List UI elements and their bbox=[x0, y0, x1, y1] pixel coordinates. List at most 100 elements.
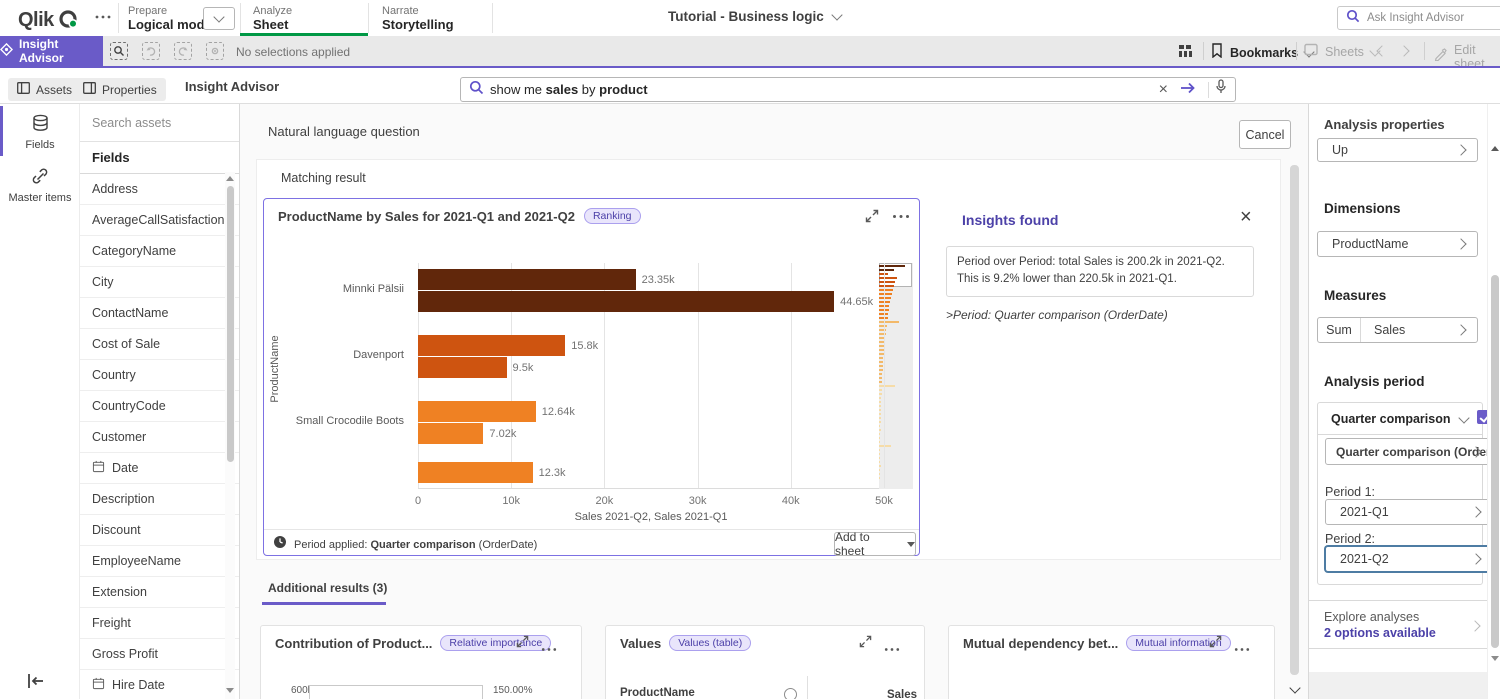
main-scrollbar-thumb[interactable] bbox=[1290, 165, 1299, 675]
divider bbox=[492, 3, 493, 33]
minimap-bar bbox=[879, 361, 883, 363]
bar[interactable] bbox=[418, 269, 636, 290]
close-insights-icon[interactable]: × bbox=[1240, 207, 1252, 227]
fields-scrollbar[interactable] bbox=[225, 172, 235, 699]
minimap-bar bbox=[879, 409, 881, 411]
period1-select[interactable]: 2021-Q1 bbox=[1325, 499, 1490, 525]
rail-item-master-items[interactable]: Master items bbox=[0, 158, 80, 208]
insight-period-note: >Period: Quarter comparison (OrderDate) bbox=[946, 308, 1168, 322]
bar[interactable] bbox=[418, 291, 834, 312]
clear-query-icon[interactable]: × bbox=[1159, 83, 1168, 97]
scroll-up-icon[interactable] bbox=[1491, 146, 1499, 151]
field-item[interactable]: AverageCallSatisfaction bbox=[80, 205, 239, 236]
right-scrollbar[interactable] bbox=[1487, 104, 1500, 699]
field-item[interactable]: Discount bbox=[80, 515, 239, 546]
field-item[interactable]: Gross Profit bbox=[80, 639, 239, 670]
fields-scrollbar-thumb[interactable] bbox=[227, 186, 234, 462]
app-grid-icon[interactable] bbox=[1178, 43, 1194, 64]
result-card-values[interactable]: Values Values (table) ProductName Sales bbox=[605, 625, 925, 699]
scroll-down-icon[interactable] bbox=[1491, 656, 1499, 661]
main-scrollbar[interactable] bbox=[1288, 159, 1302, 699]
field-item[interactable]: EmployeeName bbox=[80, 546, 239, 577]
nlq-search-input[interactable]: show me sales by product × bbox=[460, 77, 1236, 102]
card-menu-icon[interactable] bbox=[1234, 639, 1250, 657]
field-item[interactable]: City bbox=[80, 267, 239, 298]
field-item[interactable]: Cost of Sale bbox=[80, 329, 239, 360]
card-menu-icon[interactable] bbox=[541, 639, 557, 657]
result-card-contribution[interactable]: Contribution of Product... Relative impo… bbox=[260, 625, 582, 699]
expand-icon[interactable] bbox=[865, 209, 879, 228]
field-item[interactable]: CountryCode bbox=[80, 391, 239, 422]
result-card-mutual-dependency[interactable]: Mutual dependency bet... Mutual informat… bbox=[948, 625, 1275, 699]
bar[interactable] bbox=[418, 357, 507, 378]
bar[interactable] bbox=[418, 401, 536, 422]
field-item[interactable]: ContactName bbox=[80, 298, 239, 329]
dimension-select[interactable]: ProductName bbox=[1317, 231, 1478, 257]
qlik-logo[interactable]: Qlik bbox=[18, 6, 80, 35]
more-menu-icon[interactable] bbox=[94, 10, 112, 29]
field-item[interactable]: Freight bbox=[80, 608, 239, 639]
search-assets-input[interactable]: Search assets bbox=[80, 104, 239, 142]
selections-tool-icon[interactable] bbox=[110, 42, 128, 60]
nav-narrate[interactable]: Narrate Storytelling bbox=[382, 5, 454, 32]
minimap-bar bbox=[879, 285, 894, 287]
period-field-select[interactable]: Quarter comparison (OrderD... bbox=[1325, 438, 1490, 465]
minimap-bar bbox=[879, 445, 891, 447]
bar-value-label: 7.02k bbox=[489, 428, 516, 440]
chart-menu-icon[interactable] bbox=[892, 214, 910, 219]
fields-section-header[interactable]: Fields bbox=[80, 142, 239, 174]
additional-results-tab[interactable]: Additional results (3) bbox=[268, 581, 387, 595]
field-item[interactable]: Extension bbox=[80, 577, 239, 608]
expand-icon[interactable] bbox=[516, 635, 529, 653]
field-item[interactable]: Date bbox=[80, 453, 239, 484]
undo-icon[interactable] bbox=[142, 42, 160, 60]
field-item[interactable]: Customer bbox=[80, 422, 239, 453]
period2-select[interactable]: 2021-Q2 bbox=[1325, 546, 1490, 572]
next-sheet-icon[interactable] bbox=[1398, 45, 1409, 56]
bar[interactable] bbox=[418, 335, 565, 356]
card-header: Values Values (table) bbox=[620, 635, 751, 651]
field-item[interactable]: Description bbox=[80, 484, 239, 515]
assets-toggle-button[interactable]: Assets bbox=[8, 78, 81, 101]
collapse-panel-icon[interactable] bbox=[26, 672, 46, 695]
right-scrollbar-thumb[interactable] bbox=[1491, 275, 1499, 648]
bar[interactable] bbox=[418, 423, 483, 444]
scroll-up-icon[interactable] bbox=[226, 176, 234, 181]
card-menu-icon[interactable] bbox=[884, 639, 900, 657]
chart-card[interactable]: ProductName by Sales for 2021-Q1 and 202… bbox=[263, 198, 920, 556]
expand-icon[interactable] bbox=[1209, 635, 1222, 653]
dropdown-arrow-icon bbox=[907, 542, 915, 547]
field-item[interactable]: CategoryName bbox=[80, 236, 239, 267]
clear-selections-icon[interactable] bbox=[206, 42, 224, 60]
insight-advisor-button[interactable]: Insight Advisor bbox=[0, 36, 103, 66]
redo-icon[interactable] bbox=[174, 42, 192, 60]
properties-toggle-button[interactable]: Properties bbox=[74, 78, 166, 101]
rail-item-fields[interactable]: Fields bbox=[0, 106, 80, 156]
field-item[interactable]: Hire Date bbox=[80, 670, 239, 699]
cancel-button[interactable]: Cancel bbox=[1239, 120, 1291, 149]
measure-select[interactable]: Sum Sales bbox=[1317, 317, 1478, 343]
expand-icon[interactable] bbox=[859, 635, 872, 653]
bar[interactable] bbox=[418, 462, 533, 483]
sheets-button[interactable]: Sheets bbox=[1304, 43, 1379, 61]
submit-query-icon[interactable] bbox=[1174, 81, 1202, 99]
add-to-sheet-button[interactable]: Add to sheet bbox=[834, 532, 916, 556]
scroll-down-icon[interactable] bbox=[226, 688, 234, 693]
field-item[interactable]: Address bbox=[80, 174, 239, 205]
nav-analyze[interactable]: Analyze Sheet bbox=[253, 5, 292, 32]
calendar-icon bbox=[92, 460, 105, 476]
sort-order-select[interactable]: Up bbox=[1317, 138, 1478, 162]
explore-analyses-link[interactable]: Explore analyses 2 options available bbox=[1324, 610, 1436, 640]
column-search-icon[interactable] bbox=[784, 688, 797, 699]
period-applied-value: Quarter comparison bbox=[370, 539, 475, 551]
field-item[interactable]: Country bbox=[80, 360, 239, 391]
search-assets-placeholder: Search assets bbox=[92, 116, 171, 130]
ask-insight-advisor-input[interactable]: Ask Insight Advisor bbox=[1337, 6, 1500, 30]
period-type-dropdown[interactable]: Quarter comparison bbox=[1318, 403, 1482, 435]
app-title-menu[interactable]: Tutorial - Business logic bbox=[668, 9, 841, 24]
insight-advisor-icon bbox=[0, 43, 13, 59]
prepare-dropdown-button[interactable] bbox=[203, 7, 235, 30]
bookmarks-button[interactable]: Bookmarks bbox=[1211, 43, 1313, 63]
microphone-icon[interactable] bbox=[1215, 79, 1227, 100]
measure-aggregation[interactable]: Sum bbox=[1318, 318, 1361, 342]
